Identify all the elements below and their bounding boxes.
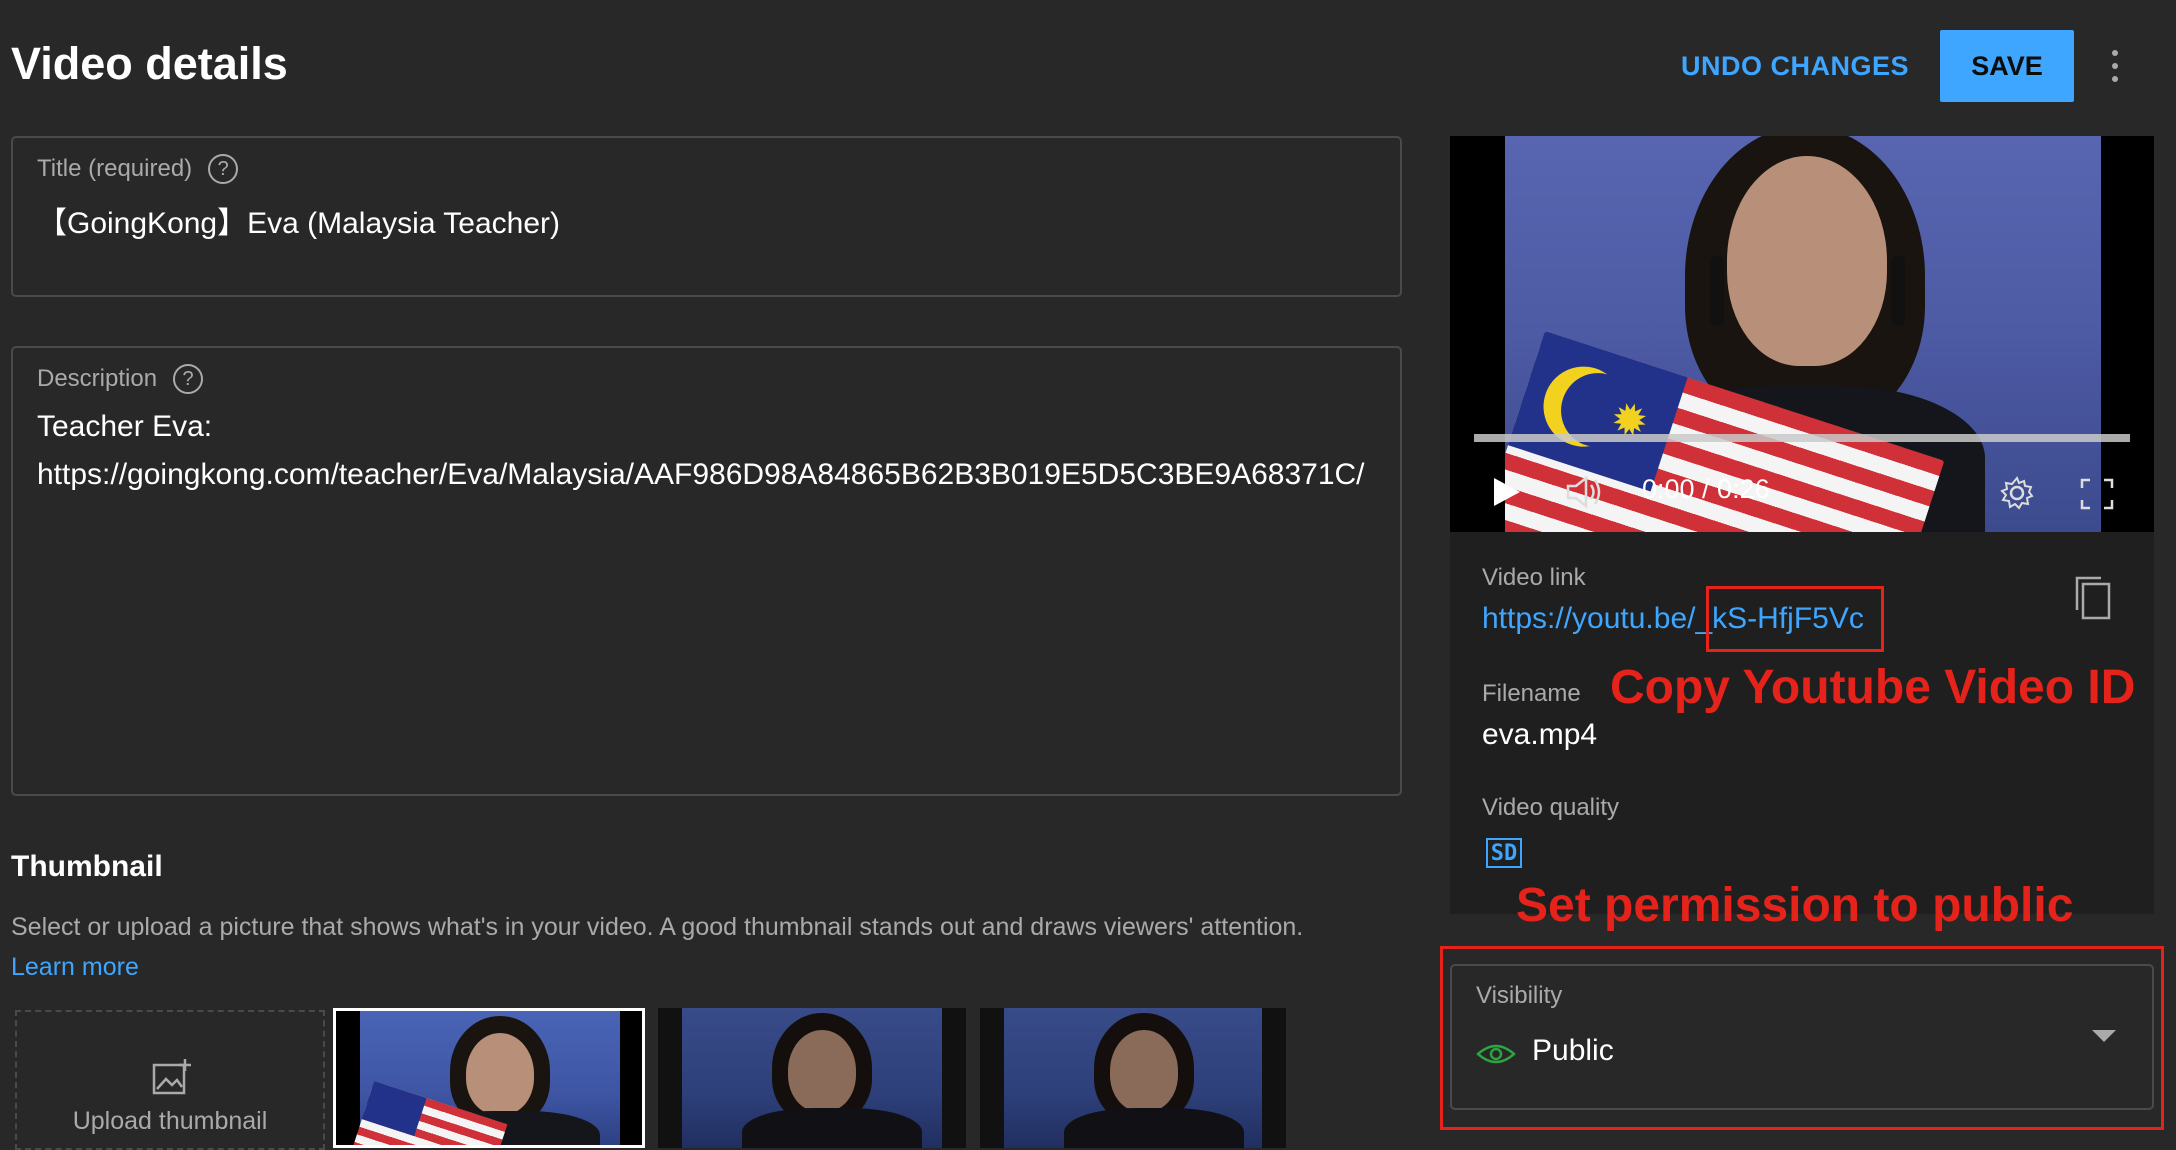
visibility-dropdown[interactable]: Visibility Public	[1450, 964, 2154, 1110]
learn-more-link[interactable]: Learn more	[11, 953, 139, 982]
fullscreen-icon[interactable]	[2080, 478, 2114, 510]
filename-label: Filename	[1482, 680, 1581, 707]
thumbnail-option[interactable]	[658, 1008, 966, 1148]
description-line[interactable]: Teacher Eva:	[37, 410, 212, 444]
eye-icon	[1476, 1044, 1516, 1064]
description-line[interactable]: https://goingkong.com/teacher/Eva/Malays…	[37, 458, 1365, 492]
filename-value: eva.mp4	[1482, 718, 1598, 751]
volume-icon[interactable]	[1566, 474, 1606, 510]
copy-icon[interactable]	[2075, 576, 2111, 620]
video-panel: ✹ 0:00 / 0:26 Video link https://youtu.b…	[1450, 136, 2154, 914]
play-icon[interactable]	[1492, 476, 1522, 508]
help-icon[interactable]: ?	[208, 154, 239, 184]
copy-video-id-annotation: Copy Youtube Video ID	[1610, 661, 2136, 714]
set-public-annotation: Set permission to public	[1516, 879, 2074, 932]
video-link-label: Video link	[1482, 564, 1586, 591]
video-id-highlight-box	[1706, 586, 1884, 652]
help-icon[interactable]: ?	[173, 364, 204, 394]
thumbnail-option[interactable]	[980, 1008, 1286, 1148]
video-link-prefix[interactable]: https://youtu.be/	[1482, 602, 1695, 635]
title-input[interactable]: 【GoingKong】Eva (Malaysia Teacher)	[37, 198, 560, 242]
video-quality-label: Video quality	[1482, 794, 1619, 821]
save-button[interactable]: SAVE	[1940, 30, 2074, 102]
more-options-icon[interactable]	[2100, 36, 2130, 96]
time-display: 0:00 / 0:26	[1642, 474, 1770, 504]
description-field[interactable]: Description ? Teacher Eva: https://going…	[11, 346, 1402, 796]
video-player[interactable]: ✹ 0:00 / 0:26	[1450, 136, 2154, 532]
sd-quality-badge: SD	[1486, 838, 1522, 868]
upload-thumbnail-label: Upload thumbnail	[72, 1107, 268, 1135]
upload-thumbnail-button[interactable]: Upload thumbnail	[15, 1010, 325, 1150]
dropdown-arrow-icon[interactable]	[2092, 1030, 2116, 1042]
page-title: Video details	[11, 38, 288, 89]
thumbnail-option-selected[interactable]	[333, 1008, 645, 1148]
title-field[interactable]: Title (required) ? 【GoingKong】Eva (Malay…	[11, 136, 1402, 297]
thumbnail-description: Select or upload a picture that shows wh…	[11, 913, 1304, 941]
visibility-label: Visibility	[1476, 982, 1563, 1009]
thumbnail-heading: Thumbnail	[11, 850, 163, 883]
description-field-label: Description	[37, 365, 158, 392]
undo-changes-button[interactable]: UNDO CHANGES	[1675, 30, 1915, 102]
title-field-label: Title (required)	[37, 155, 193, 182]
settings-gear-icon[interactable]	[2000, 476, 2034, 510]
progress-bar[interactable]	[1474, 434, 2130, 442]
visibility-value: Public	[1532, 1034, 1614, 1067]
add-image-icon	[152, 1059, 191, 1095]
